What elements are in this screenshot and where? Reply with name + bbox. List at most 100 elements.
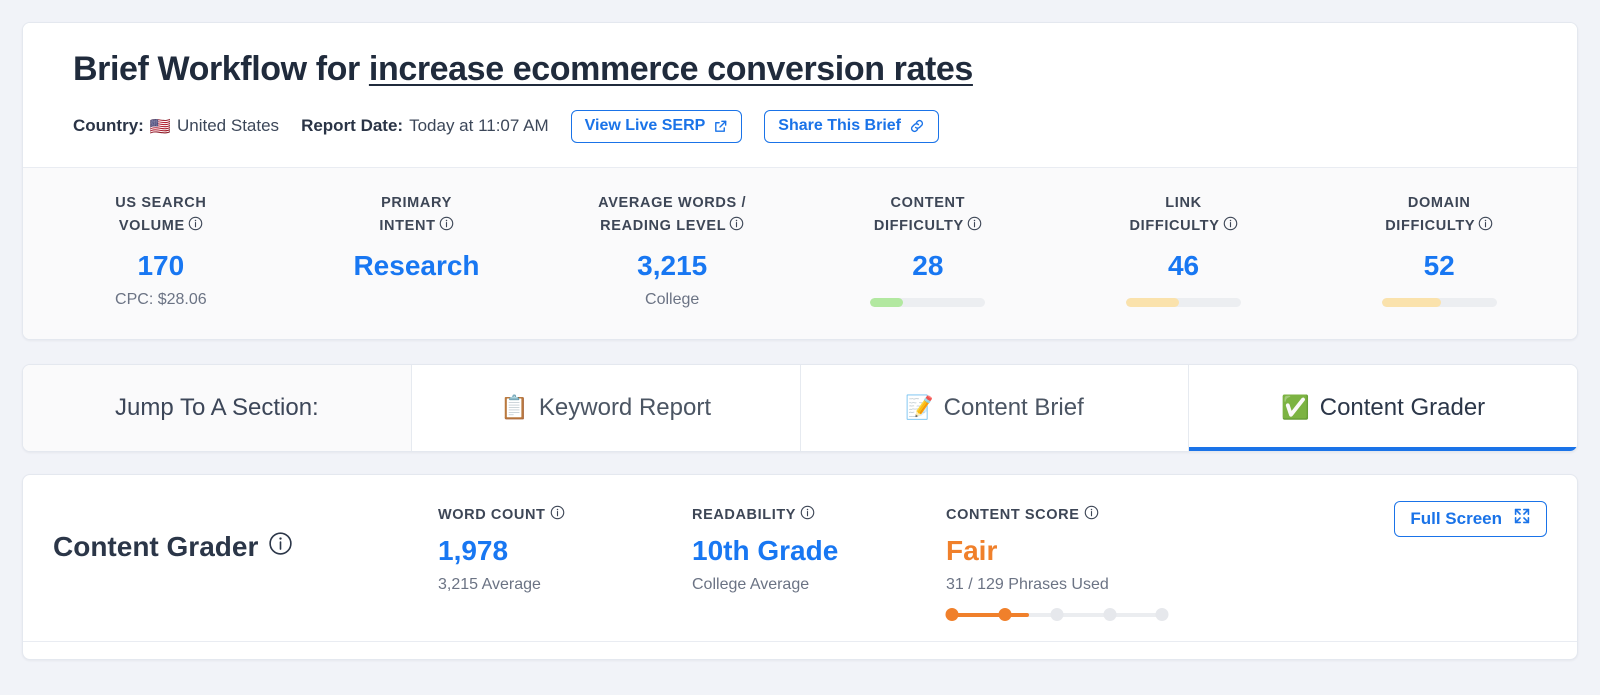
- metric-value: 46: [1167, 249, 1200, 281]
- word-count-stat: WORD COUNT 1,978 3,215 Average: [438, 505, 692, 594]
- full-screen-button[interactable]: Full Screen: [1394, 500, 1547, 537]
- content-score-sub: 31 / 129 Phrases Used: [946, 575, 1109, 593]
- brief-header: Brief Workflow for increase ecommerce co…: [23, 23, 1577, 167]
- info-icon[interactable]: [550, 505, 565, 524]
- metric-label-line1: DOMAIN: [1407, 194, 1471, 211]
- metric-label: LINK DIFFICULTY: [1064, 192, 1304, 240]
- stepper-dot-4[interactable]: [1103, 607, 1116, 621]
- stepper-dot-1[interactable]: [945, 607, 959, 621]
- metric-label-line1: US SEARCH: [115, 194, 207, 211]
- metric-2: AVERAGE WORDS / READING LEVEL 3,215 College: [544, 192, 800, 309]
- content-grader-title-text: Content Grader: [53, 530, 259, 562]
- metric-progress-bar: [1381, 297, 1497, 307]
- content-score-value: Fair: [946, 534, 998, 566]
- jump-to-section-label-cell: Jump To A Section:: [23, 364, 412, 451]
- content-grader-card: Content Grader WORD COUNT 1,978 3,215 Av…: [22, 473, 1578, 660]
- word-count-sub: 3,215 Average: [438, 575, 541, 593]
- tab-label: Content Grader: [1319, 393, 1486, 421]
- tab-icon: 📝: [905, 394, 934, 421]
- metric-progress-fill: [870, 297, 903, 307]
- metric-value: Research: [353, 249, 480, 281]
- readability-sub: College Average: [692, 575, 810, 593]
- metric-value: 28: [912, 249, 944, 281]
- stepper-dot-5[interactable]: [1155, 607, 1169, 621]
- metric-value: 3,215: [637, 249, 708, 281]
- section-tabs: Jump To A Section: 📋 Keyword Report 📝 Conte…: [22, 363, 1578, 452]
- country-value: United States: [177, 116, 280, 136]
- metric-0: US SEARCH VOLUME 170 CPC: $28.06: [33, 192, 289, 309]
- brief-summary-card: Brief Workflow for increase ecommerce co…: [22, 22, 1578, 340]
- stepper-dot-2[interactable]: [998, 607, 1011, 621]
- metric-label-line2: READING LEVEL: [600, 218, 727, 235]
- metric-progress-bar: [870, 297, 986, 307]
- readability-value: 10th Grade: [692, 534, 839, 566]
- stepper-dot-3[interactable]: [1050, 607, 1064, 621]
- metric-sub: College: [645, 290, 700, 308]
- metric-label-line1: CONTENT: [890, 194, 966, 211]
- info-icon[interactable]: [268, 531, 293, 563]
- report-date-meta: Report Date: Today at 11:07 AM: [301, 116, 549, 136]
- metric-progress-fill: [1381, 297, 1442, 307]
- tab-content-grader[interactable]: ✅ Content Grader: [1189, 364, 1577, 451]
- info-icon[interactable]: [188, 216, 203, 239]
- metric-3: CONTENT DIFFICULTY 28: [800, 192, 1056, 309]
- tab-keyword-report[interactable]: 📋 Keyword Report: [411, 364, 801, 451]
- page-title-keyword[interactable]: increase ecommerce conversion rates: [369, 50, 973, 88]
- metric-label-line2: INTENT: [379, 218, 436, 235]
- country-meta: Country: 🇺🇸 United States: [73, 116, 279, 136]
- report-date-label: Report Date:: [301, 116, 404, 136]
- share-this-brief-label: Share This Brief: [778, 117, 901, 135]
- page-title: Brief Workflow for increase ecommerce co…: [73, 49, 1527, 90]
- metric-progress-bar: [1126, 297, 1242, 307]
- readability-label-text: READABILITY: [692, 506, 796, 523]
- content-score-stepper[interactable]: [945, 607, 1169, 622]
- metrics-strip: US SEARCH VOLUME 170 CPC: $28.06 PRIMARY INTE…: [23, 166, 1577, 339]
- readability-label: READABILITY: [692, 505, 946, 524]
- info-icon[interactable]: [1084, 505, 1099, 524]
- share-this-brief-button[interactable]: Share This Brief: [764, 109, 939, 143]
- page-root: Brief Workflow for increase ecommerce co…: [0, 0, 1600, 695]
- metric-value: 52: [1423, 249, 1455, 281]
- view-live-serp-button[interactable]: View Live SERP: [570, 109, 743, 143]
- word-count-value: 1,978: [438, 534, 509, 566]
- metric-label-line1: PRIMARY: [381, 194, 452, 211]
- info-icon[interactable]: [1223, 216, 1238, 239]
- info-icon[interactable]: [1478, 216, 1493, 239]
- metric-value: 170: [137, 249, 185, 281]
- metric-label-line2: VOLUME: [118, 218, 185, 235]
- brief-meta-row: Country: 🇺🇸 United States Report Date: T…: [73, 109, 1527, 143]
- content-grader-title: Content Grader: [53, 505, 438, 563]
- content-score-label-text: CONTENT SCORE: [946, 506, 1080, 523]
- info-icon[interactable]: [967, 216, 982, 239]
- page-title-prefix: Brief Workflow for: [73, 50, 369, 88]
- metric-progress-fill: [1126, 297, 1179, 307]
- metric-label: PRIMARY INTENT: [297, 192, 537, 240]
- jump-to-section-label: Jump To A Section:: [115, 393, 319, 421]
- metric-5: DOMAIN DIFFICULTY 52: [1311, 192, 1567, 309]
- stepper-fill: [952, 612, 1029, 617]
- content-grader-header: Content Grader WORD COUNT 1,978 3,215 Av…: [23, 475, 1577, 623]
- info-icon[interactable]: [729, 216, 744, 239]
- metric-label: AVERAGE WORDS / READING LEVEL: [552, 192, 792, 240]
- full-screen-label: Full Screen: [1410, 508, 1502, 528]
- content-score-stat: CONTENT SCORE Fair 31 / 129 Phrases Used: [945, 505, 1246, 622]
- metric-label: DOMAIN DIFFICULTY: [1319, 192, 1559, 240]
- view-live-serp-label: View Live SERP: [584, 117, 706, 135]
- tab-label: Keyword Report: [538, 393, 711, 421]
- metric-sub: CPC: $28.06: [115, 290, 207, 308]
- report-date-value: Today at 11:07 AM: [409, 116, 549, 136]
- link-chain-icon: [909, 118, 925, 134]
- metric-label-line2: DIFFICULTY: [1385, 218, 1476, 235]
- tab-content-brief[interactable]: 📝 Content Brief: [800, 364, 1190, 451]
- content-score-label: CONTENT SCORE: [946, 505, 1246, 524]
- expand-icon: [1513, 507, 1531, 530]
- metric-label-line2: DIFFICULTY: [1129, 218, 1220, 235]
- tab-icon: ✅: [1281, 394, 1310, 421]
- metric-4: LINK DIFFICULTY 46: [1056, 192, 1312, 309]
- metric-1: PRIMARY INTENT Research: [289, 192, 545, 309]
- grader-divider: [23, 640, 1577, 659]
- info-icon[interactable]: [800, 505, 815, 524]
- metric-label: US SEARCH VOLUME: [41, 192, 281, 240]
- word-count-label: WORD COUNT: [438, 505, 692, 524]
- info-icon[interactable]: [439, 216, 454, 239]
